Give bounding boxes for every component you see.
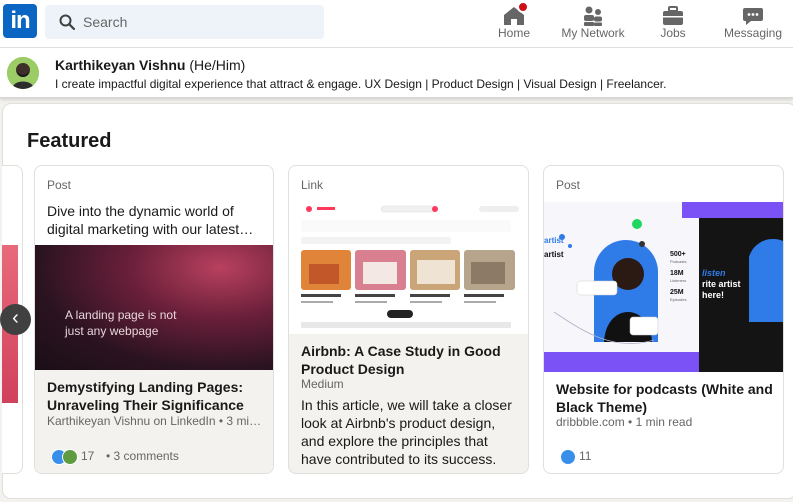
card-media-image: A landing page is not just any webpage [35, 245, 273, 370]
profile-name-line: Karthikeyan Vishnu (He/Him) [55, 57, 245, 73]
card-media-image [289, 202, 528, 328]
card-source: Medium [301, 377, 344, 391]
chevron-left-icon: ‹ [12, 307, 19, 329]
carousel-previous-button[interactable]: ‹ [0, 304, 31, 335]
media-text: here! [702, 290, 725, 300]
media-caption-line: just any webpage [65, 324, 159, 338]
nav-my-network[interactable]: My Network [558, 0, 628, 48]
card-type-label: Link [301, 178, 324, 192]
celebrate-reaction-icon [62, 449, 78, 465]
nav-messaging-label: Messaging [723, 26, 783, 40]
media-caption: A landing page is not just any webpage [65, 307, 176, 339]
card-type-label: Post [556, 178, 581, 192]
featured-card-post-1[interactable]: Post Dive into the dynamic world of digi… [34, 165, 274, 474]
media-text: rite artist [702, 279, 741, 289]
card-post-text-line: digital marketing with our latest… [47, 221, 254, 237]
stat-label: Podcasts [670, 259, 687, 264]
card-social-counts: 17 • 3 comments [35, 439, 273, 473]
card-media-image: artist artist listen rite artist here! 5… [544, 202, 783, 372]
airbnb-screenshot-image [301, 205, 519, 328]
featured-title: Featured [27, 130, 112, 152]
stat-value: 500+ [670, 251, 686, 258]
featured-card-link[interactable]: Link Airbnb: A Case Study in Good Produc… [288, 165, 529, 474]
linkedin-logo[interactable]: in [3, 4, 37, 38]
messaging-icon [743, 8, 763, 25]
card-title[interactable]: Demystifying Landing Pages: Unraveling T… [47, 378, 263, 414]
profile-header: Karthikeyan Vishnu (He/Him) I create imp… [0, 48, 793, 98]
nav-home-label: Home [497, 26, 530, 40]
featured-card-post-2[interactable]: Post artist artist listen rite artist he… [543, 165, 784, 474]
media-caption-line: A landing page is not [65, 308, 177, 322]
top-navigation: in Home My Network Jobs [0, 0, 793, 48]
network-icon [584, 6, 602, 26]
search-input[interactable] [83, 5, 313, 39]
media-text: artist [544, 250, 564, 259]
comment-count[interactable]: • 3 comments [106, 449, 179, 463]
nav-jobs-label: Jobs [660, 26, 686, 40]
card-type-label: Post [47, 178, 72, 192]
stat-label: Listeners [670, 278, 687, 283]
briefcase-icon [663, 6, 683, 25]
card-post-text-line: Dive into the dynamic world of [47, 203, 234, 219]
stat-value: 25M [670, 289, 684, 296]
like-reaction-icon [560, 449, 576, 465]
card-title[interactable]: Website for podcasts (White and Black Th… [556, 380, 773, 416]
podcast-website-image [544, 202, 783, 372]
featured-section: Featured Post Dive into the dynamic worl… [0, 104, 793, 498]
nav-messaging[interactable]: Messaging [720, 0, 786, 48]
profile-pronouns: (He/Him) [189, 57, 246, 73]
profile-name: Karthikeyan Vishnu [55, 57, 186, 73]
stat-label: Episodes [670, 297, 687, 302]
nav-my-network-label: My Network [561, 26, 625, 40]
card-source: dribbble.com • 1 min read [556, 415, 693, 429]
avatar[interactable] [7, 57, 39, 89]
search-bar[interactable] [45, 5, 324, 39]
profile-headline: I create impactful digital experience th… [55, 77, 667, 91]
card-social-counts: 11 [544, 439, 783, 473]
media-text: artist [544, 236, 564, 245]
reaction-count[interactable]: 11 [579, 449, 591, 463]
card-source: Karthikeyan Vishnu on LinkedIn • 3 mi… [47, 414, 262, 428]
nav-jobs[interactable]: Jobs [648, 0, 698, 48]
stat-value: 18M [670, 270, 684, 277]
card-description: In this article, we will take a closer l… [301, 397, 512, 467]
card-post-text: Dive into the dynamic world of digital m… [47, 202, 253, 238]
nav-home[interactable]: Home [489, 0, 539, 48]
reaction-count[interactable]: 17 [81, 449, 94, 463]
search-icon [59, 14, 75, 30]
card-title[interactable]: Airbnb: A Case Study in Good Product Des… [301, 342, 518, 378]
notification-dot [517, 1, 529, 13]
media-text: listen [702, 268, 726, 278]
